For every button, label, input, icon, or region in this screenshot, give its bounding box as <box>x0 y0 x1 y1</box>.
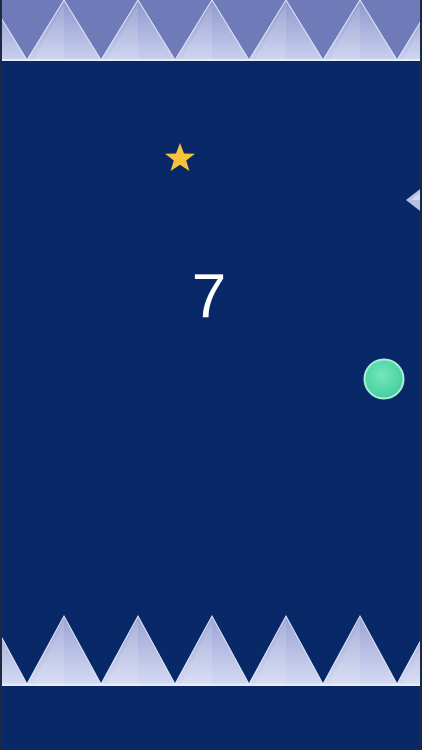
star-icon <box>165 143 195 171</box>
score-display: 7 <box>191 262 227 331</box>
player-ball <box>363 358 405 400</box>
left-frame-edge <box>0 0 2 750</box>
spike-icon <box>0 633 28 685</box>
game-stage[interactable]: 7 <box>0 0 422 750</box>
top-spike-row <box>0 0 422 61</box>
bottom-spike-row <box>0 614 422 750</box>
